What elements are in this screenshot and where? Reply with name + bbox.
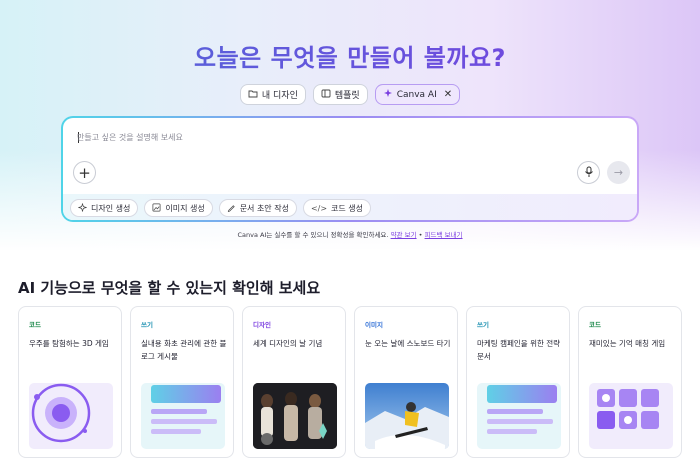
card-title: 마케팅 캠페인을 위한 전략 문서 <box>477 339 561 361</box>
chip-doc[interactable]: 문서 초안 작성 <box>218 199 297 217</box>
feedback-link[interactable]: 피드백 보내기 <box>425 231 463 239</box>
example-card[interactable]: 쓰기 마케팅 캠페인을 위한 전략 문서 <box>466 306 570 458</box>
card-title: 실내용 화초 관리에 관한 블로그 게시물 <box>141 339 227 361</box>
folder-icon <box>248 89 258 101</box>
send-button[interactable]: → <box>607 161 630 184</box>
close-icon[interactable]: ✕ <box>444 89 452 100</box>
document-thumbnail <box>141 383 225 449</box>
tab-templates[interactable]: 템플릿 <box>312 84 368 105</box>
arrow-right-icon: → <box>613 166 624 179</box>
card-title: 우주를 탐험하는 3D 게임 <box>29 339 109 348</box>
orbit-thumbnail <box>29 383 113 449</box>
chip-label: 디자인 생성 <box>91 203 131 213</box>
tab-my-designs[interactable]: 내 디자인 <box>239 84 306 105</box>
separator: • <box>418 231 423 239</box>
chip-label: 이미지 생성 <box>165 203 205 213</box>
tab-label: 템플릿 <box>334 91 360 101</box>
page-title: 오늘은 무엇을 만들어 볼까요? <box>0 38 700 73</box>
ai-disclaimer: Canva AI는 실수를 할 수 있으니 정확성을 확인하세요. 약관 보기 … <box>0 229 700 239</box>
chip-image[interactable]: 이미지 생성 <box>144 199 213 217</box>
plus-icon: + <box>78 163 91 182</box>
ai-composer: + → 디자인 생성 이미지 생성 <box>61 116 639 222</box>
template-icon <box>321 89 331 101</box>
example-card[interactable]: 디자인 세계 디자인의 날 기념 <box>242 306 346 458</box>
grid-thumbnail <box>589 383 673 449</box>
pen-icon <box>227 203 236 214</box>
mode-tabs: 내 디자인 템플릿 Canva AI ✕ <box>0 84 700 105</box>
chip-label: 문서 초안 작성 <box>239 203 289 213</box>
add-button[interactable]: + <box>73 161 96 184</box>
chip-label: 코드 생성 <box>331 203 364 213</box>
microphone-icon <box>584 163 594 182</box>
card-title: 재미있는 기억 매칭 게임 <box>589 339 666 348</box>
suggestion-chips: 디자인 생성 이미지 생성 문서 초안 작성 </> 코드 생성 <box>63 194 637 220</box>
card-tag: 디자인 <box>253 321 271 329</box>
example-card[interactable]: 쓰기 실내용 화초 관리에 관한 블로그 게시물 <box>130 306 234 458</box>
card-title: 세계 디자인의 날 기념 <box>253 339 323 348</box>
terms-link[interactable]: 약관 보기 <box>391 231 417 239</box>
example-card[interactable]: 코드 재미있는 기억 매칭 게임 <box>578 306 682 458</box>
tab-label: Canva AI <box>396 89 437 100</box>
chip-design[interactable]: 디자인 생성 <box>70 199 139 217</box>
card-tag: 코드 <box>29 321 41 329</box>
section-title: AI 기능으로 무엇을 할 수 있는지 확인해 보세요 <box>18 279 321 297</box>
sparkle-icon <box>77 202 88 214</box>
people-photo-thumbnail <box>253 383 337 449</box>
code-icon: </> <box>310 203 328 213</box>
microphone-button[interactable] <box>577 161 600 184</box>
example-cards: 코드 우주를 탐험하는 3D 게임 쓰기 실내용 화초 관리에 관한 블로그 게… <box>18 306 700 458</box>
card-tag: 쓰기 <box>141 321 153 329</box>
card-tag: 쓰기 <box>477 321 489 329</box>
prompt-input[interactable] <box>77 133 577 142</box>
example-card[interactable]: 코드 우주를 탐험하는 3D 게임 <box>18 306 122 458</box>
card-tag: 코드 <box>589 321 601 329</box>
example-card[interactable]: 이미지 눈 오는 날에 스노보드 타기 <box>354 306 458 458</box>
tab-canva-ai[interactable]: Canva AI ✕ <box>374 84 461 105</box>
document-thumbnail <box>477 383 561 449</box>
tab-label: 내 디자인 <box>261 91 298 101</box>
sparkle-icon <box>383 88 393 101</box>
card-title: 눈 오는 날에 스노보드 타기 <box>365 339 451 348</box>
image-icon <box>152 203 161 214</box>
snowboard-photo-thumbnail <box>365 383 449 449</box>
card-tag: 이미지 <box>365 321 383 329</box>
disclaimer-text: Canva AI는 실수를 할 수 있으니 정확성을 확인하세요. <box>237 231 389 239</box>
chip-code[interactable]: </> 코드 생성 <box>302 199 372 217</box>
